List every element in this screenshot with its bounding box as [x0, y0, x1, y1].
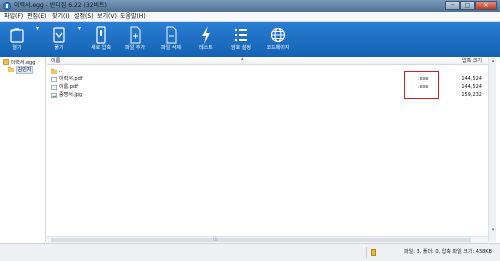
column-headers: 이름 ▴ 압축 크기	[47, 57, 488, 65]
menu-file[interactable]: 파일(F)	[4, 13, 23, 21]
tree-root[interactable]: 이력서.egg	[3, 59, 35, 66]
new-archive-label: 새로 압축	[91, 45, 111, 51]
codepage-label: 코드페이지	[266, 45, 290, 51]
list-item-name: ..	[59, 68, 63, 74]
list-item-size: 159,232	[461, 92, 482, 98]
delete-file-button[interactable]: 파일 삭제	[156, 25, 186, 55]
new-archive-button[interactable]: 새로 압축	[88, 25, 114, 55]
maximize-button[interactable]: □	[460, 1, 475, 10]
toolbar: 열기 ▾ 풀기 ▾ 새로 압축 파일 추가 파일 삭제 테스트 암호 설정 코드…	[0, 22, 500, 57]
scroll-up-icon[interactable]: ▴	[490, 58, 496, 64]
close-button[interactable]: ✕	[475, 1, 497, 10]
add-file-icon	[130, 26, 141, 44]
password-icon	[234, 28, 247, 42]
file-icon	[51, 77, 57, 82]
sort-arrow-icon: ▴	[241, 56, 244, 62]
test-button[interactable]: 테스트	[194, 25, 218, 55]
test-icon	[202, 26, 210, 44]
archive-icon	[3, 59, 9, 65]
status-separator	[366, 247, 367, 258]
status-bar: 파일: 3, 폴더: 0, 압축 파일 크기: 438KB	[0, 243, 500, 261]
menu-edit[interactable]: 편집(E)	[27, 13, 47, 21]
list-item-size: 144,524	[461, 76, 482, 82]
horizontal-scrollbar[interactable]: ⁞⁞⁞	[47, 236, 488, 243]
menu-help[interactable]: 도움말(H)	[120, 13, 146, 21]
extract-icon	[53, 27, 65, 43]
scroll-down-icon[interactable]: ▾	[490, 227, 496, 233]
open-dropdown-chevron-icon[interactable]: ▾	[36, 25, 39, 55]
menu-bar: 파일(F) 편집(E) 찾기(I) 설정(S) 보기(V) 도움말(H)	[0, 12, 500, 22]
codepage-icon	[270, 27, 286, 43]
open-button[interactable]: 열기	[6, 25, 28, 55]
delete-file-label: 파일 삭제	[161, 45, 181, 51]
image-file-icon	[51, 93, 57, 98]
list-item-name: 이름.pdf	[59, 84, 78, 90]
folder-icon	[8, 67, 14, 72]
password-label: 암호 설정	[231, 45, 251, 51]
list-item-name: 증명서.jpg	[59, 92, 83, 98]
title-bar: 이력서.egg - 반디집 6.22 (32비트) ─ □ ✕	[0, 0, 500, 12]
folder-open-icon	[10, 28, 24, 43]
menu-view[interactable]: 보기(V)	[97, 13, 117, 21]
add-file-label: 파일 추가	[125, 45, 145, 51]
bandizip-app-icon	[3, 2, 11, 10]
red-highlight-box	[404, 71, 439, 99]
minimize-button[interactable]: ─	[445, 1, 460, 10]
delete-file-icon	[166, 26, 177, 44]
open-label: 열기	[12, 45, 22, 51]
file-icon	[51, 85, 57, 90]
menu-find[interactable]: 찾기(I)	[52, 13, 70, 21]
column-header-size[interactable]: 압축 크기	[462, 58, 482, 64]
list-item-name: 이력서.pdf	[59, 76, 83, 82]
status-text: 파일: 3, 폴더: 0, 압축 파일 크기: 438KB	[404, 249, 492, 255]
extract-dropdown-chevron-icon[interactable]: ▾	[78, 25, 81, 55]
window-title: 이력서.egg - 반디집 6.22 (32비트)	[14, 2, 107, 9]
add-file-button[interactable]: 파일 추가	[120, 25, 150, 55]
list-item-size: 144,524	[461, 84, 482, 90]
folder-up-icon	[51, 69, 57, 74]
tree-item-label: 김민지	[15, 66, 34, 74]
file-list: 이름 ▴ 압축 크기 .. 이력서.pdf .exe 144,524 이름.pd…	[47, 57, 496, 242]
password-button[interactable]: 암호 설정	[226, 25, 256, 55]
vertical-scrollbar[interactable]: ▴ ▾	[488, 57, 496, 242]
extract-label: 풀기	[54, 45, 64, 51]
extract-button[interactable]: 풀기	[48, 25, 70, 55]
lock-icon	[371, 249, 376, 256]
test-label: 테스트	[199, 45, 213, 51]
column-header-name[interactable]: 이름	[51, 58, 60, 64]
folder-tree: 이력서.egg 김민지	[0, 57, 46, 242]
scrollbar-thumb[interactable]	[51, 238, 471, 242]
tree-item-folder[interactable]: 김민지	[8, 66, 34, 74]
codepage-button[interactable]: 코드페이지	[262, 25, 294, 55]
menu-settings[interactable]: 설정(S)	[74, 13, 94, 21]
new-archive-icon	[96, 26, 106, 44]
